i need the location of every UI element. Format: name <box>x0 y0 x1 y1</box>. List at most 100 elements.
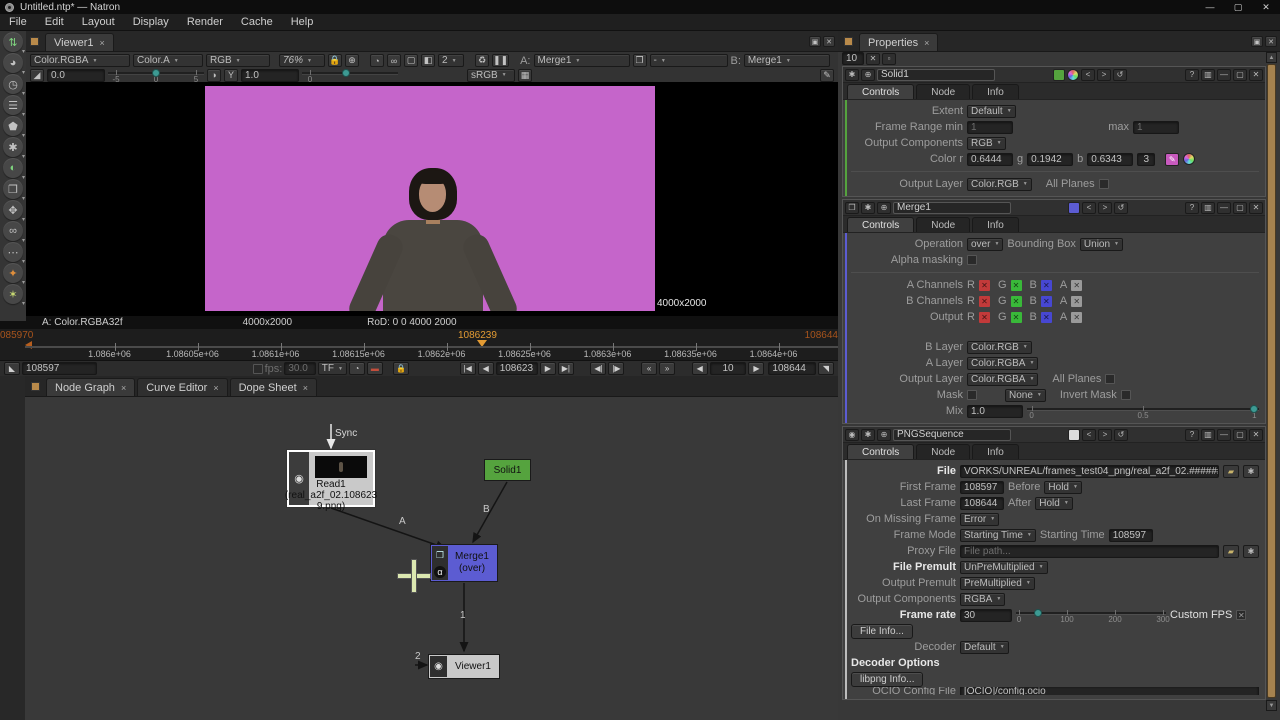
menu-help[interactable]: Help <box>282 16 323 28</box>
all-planes-checkbox[interactable] <box>1105 374 1116 384</box>
menu-cache[interactable]: Cache <box>232 16 282 28</box>
close-panel-icon[interactable]: ✕ <box>1249 68 1263 81</box>
mask-channel-dropdown[interactable]: None <box>1005 388 1046 402</box>
file-field[interactable]: VORKS/UNREAL/frames_test04_png/real_a2f_… <box>960 464 1219 478</box>
gamma-field[interactable]: 1.0 <box>241 68 299 82</box>
tab-dope-sheet[interactable]: Dope Sheet × <box>229 378 317 396</box>
redo-icon[interactable]: > <box>1098 201 1112 214</box>
gamma-toggle-icon[interactable]: ◑ <box>207 68 221 82</box>
node-color-swatch[interactable] <box>1068 428 1080 441</box>
merge-nodes-icon[interactable]: ❐ <box>3 179 25 202</box>
filter-nodes-icon[interactable]: ✱ <box>3 137 25 160</box>
close-tab-icon[interactable]: × <box>924 38 929 48</box>
tab-properties[interactable]: Properties × <box>859 33 939 51</box>
decoder-dropdown[interactable]: Default <box>960 640 1009 654</box>
b-channel-b-checkbox[interactable]: ✕ <box>1040 295 1052 307</box>
menu-layout[interactable]: Layout <box>73 16 124 28</box>
viewer-canvas[interactable]: 4000x2000 <box>0 82 838 316</box>
maximize-window-button[interactable]: ▢ <box>1224 0 1252 14</box>
pick-color-icon[interactable]: ✎ <box>820 68 834 82</box>
keyer-nodes-icon[interactable]: ◐ <box>3 158 25 181</box>
float-pane-icon[interactable]: ▣ <box>1251 36 1263 47</box>
menu-display[interactable]: Display <box>124 16 178 28</box>
frame-increment-field[interactable]: 10 <box>709 362 747 375</box>
redo-icon[interactable]: > <box>1097 68 1111 81</box>
wipe-enabled-icon[interactable]: ▢ <box>404 54 418 67</box>
bbox-dropdown[interactable]: Union <box>1079 237 1123 251</box>
reload-file-icon[interactable]: ✱ <box>1243 464 1259 478</box>
close-window-button[interactable]: ✕ <box>1252 0 1280 14</box>
prev-frame-button[interactable]: ◀ <box>477 362 494 375</box>
b-channel-g-checkbox[interactable]: ✕ <box>1010 295 1022 307</box>
settings-gear-icon[interactable]: ✱ <box>861 428 875 441</box>
last-frame-field[interactable]: 108644 <box>960 496 1004 510</box>
display-channels-dropdown[interactable]: RGB <box>206 54 270 67</box>
hide-unmodified-icon[interactable]: ▥ <box>1201 428 1215 441</box>
before-dropdown[interactable]: Hold <box>1044 480 1082 494</box>
pause-viewer-icon[interactable]: ❚❚ <box>492 54 510 67</box>
tab-info[interactable]: Info <box>972 84 1019 99</box>
close-pane-icon[interactable]: ✕ <box>823 36 835 47</box>
close-panel-icon[interactable]: ✕ <box>1249 428 1263 441</box>
minimize-panel-icon[interactable]: — <box>1217 428 1231 441</box>
color-b-field[interactable]: 0.6343 <box>1087 152 1134 166</box>
autocontrast-icon[interactable]: ◢ <box>30 68 44 82</box>
frame-rate-slider[interactable]: 0 100 200 300 <box>1016 608 1170 624</box>
current-frame-field[interactable]: 108623 <box>495 362 538 375</box>
float-panel-icon[interactable]: ▢ <box>1233 68 1247 81</box>
mask-checkbox[interactable] <box>967 390 977 400</box>
minimize-all-panels-icon[interactable]: ▫ <box>882 52 896 65</box>
alpha-masking-checkbox[interactable] <box>967 255 977 265</box>
in-frame-field[interactable]: 108597 <box>22 362 97 375</box>
proxy-file-field[interactable]: File path... <box>960 544 1219 558</box>
b-channel-a-checkbox[interactable]: ✕ <box>1071 295 1083 307</box>
tab-info[interactable]: Info <box>972 217 1019 232</box>
output-components-dropdown[interactable]: RGBA <box>960 592 1006 606</box>
nodegraph-canvas[interactable]: Sync ◉ Read1 (real_a2f_02.108623 9.png) … <box>25 398 838 720</box>
frame-rate-field[interactable]: 30 <box>960 608 1012 622</box>
help-icon[interactable]: ? <box>1185 428 1199 441</box>
go-last-frame-button[interactable]: ▶| <box>557 362 574 375</box>
color-r-field[interactable]: 0.6444 <box>967 152 1013 166</box>
close-tab-icon[interactable]: × <box>213 383 218 393</box>
max-panels-field[interactable]: 10 <box>842 52 864 65</box>
all-planes-checkbox[interactable] <box>1098 179 1109 189</box>
node-color-swatch[interactable] <box>1053 68 1065 81</box>
close-pane-icon[interactable]: ✕ <box>1265 36 1277 47</box>
fps-field[interactable]: 30.0 <box>284 362 316 375</box>
node-solid1[interactable]: Solid1 <box>484 459 531 481</box>
open-proxy-icon[interactable]: ▰ <box>1223 544 1239 558</box>
help-icon[interactable]: ? <box>1185 201 1199 214</box>
out-channel-b-checkbox[interactable]: ✕ <box>1040 311 1052 323</box>
out-channel-r-checkbox[interactable]: ✕ <box>978 311 990 323</box>
operator-icon[interactable]: ❐ <box>632 54 647 67</box>
next-frame-button[interactable]: ▶ <box>539 362 556 375</box>
zoom-dropdown[interactable]: 76% <box>279 54 325 67</box>
pane-anchor-icon[interactable] <box>30 37 39 46</box>
node-name-field[interactable]: Solid1 <box>877 68 995 81</box>
pane-anchor-icon[interactable] <box>31 382 40 391</box>
color-nodes-icon[interactable]: ⬟ <box>3 116 25 139</box>
gamma-slider[interactable]: 0 <box>302 68 398 84</box>
file-premult-dropdown[interactable]: UnPreMultiplied <box>960 560 1048 574</box>
minimize-panel-icon[interactable]: — <box>1217 68 1231 81</box>
settings-gear-icon[interactable]: ✱ <box>845 68 859 81</box>
color-g-field[interactable]: 0.1942 <box>1027 152 1074 166</box>
gain-slider[interactable]: -5 0 5 <box>108 68 204 84</box>
pane-anchor-icon[interactable] <box>844 37 853 46</box>
tab-node[interactable]: Node <box>916 444 971 459</box>
a-channel-g-checkbox[interactable]: ✕ <box>1010 279 1022 291</box>
node-merge1[interactable]: ❐ α Merge1 (over) <box>430 544 498 582</box>
file-info-button[interactable]: File Info... <box>851 623 913 639</box>
set-out-point-icon[interactable]: ◥ <box>818 362 834 375</box>
output-components-dropdown[interactable]: RGB <box>967 136 1006 150</box>
float-panel-icon[interactable]: ▢ <box>1233 201 1247 214</box>
channel-nodes-icon[interactable]: ☰ <box>3 95 25 118</box>
b-channel-r-checkbox[interactable]: ✕ <box>978 295 990 307</box>
tab-curve-editor[interactable]: Curve Editor × <box>137 378 228 396</box>
scroll-down-icon[interactable]: ▼ <box>1266 700 1277 711</box>
draw-nodes-icon[interactable]: ◕ <box>3 53 25 76</box>
center-node-icon[interactable]: ⊕ <box>877 201 891 214</box>
a-channel-a-checkbox[interactable]: ✕ <box>1071 279 1083 291</box>
checkerboard-icon[interactable]: ▦ <box>518 68 532 82</box>
